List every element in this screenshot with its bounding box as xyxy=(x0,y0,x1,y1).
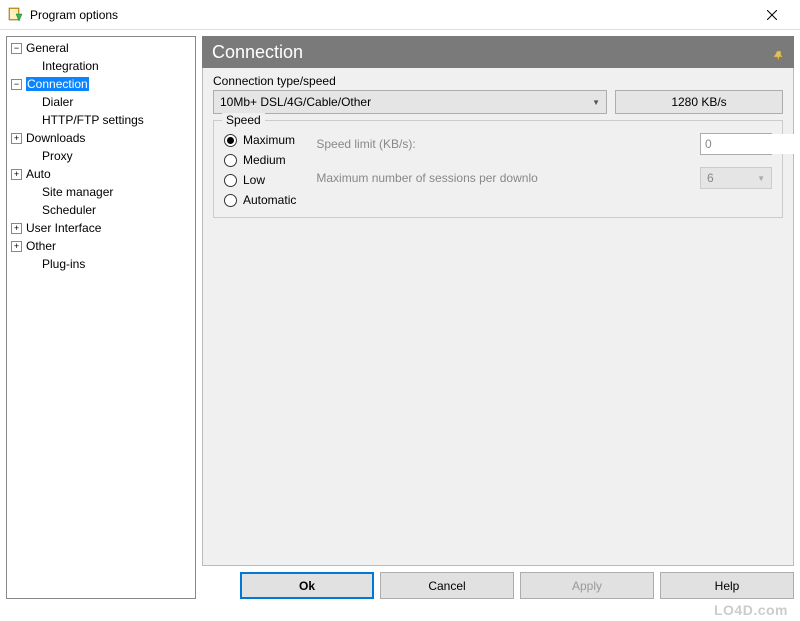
app-icon xyxy=(8,7,24,23)
radio-icon xyxy=(224,174,237,187)
radio-icon xyxy=(224,134,237,147)
help-button[interactable]: Help xyxy=(660,572,794,599)
collapse-icon[interactable]: − xyxy=(11,43,22,54)
speed-limit-spinner[interactable]: ▲ ▼ xyxy=(700,133,772,155)
radio-maximum[interactable]: Maximum xyxy=(224,133,296,147)
cancel-button[interactable]: Cancel xyxy=(380,572,514,599)
tree-item-downloads[interactable]: + Downloads xyxy=(7,129,195,147)
chevron-down-icon: ▼ xyxy=(592,98,600,107)
radio-medium[interactable]: Medium xyxy=(224,153,296,167)
expand-icon[interactable]: + xyxy=(11,223,22,234)
speed-radio-group: Maximum Medium Low Automatic xyxy=(224,129,296,207)
ok-button[interactable]: Ok xyxy=(240,572,374,599)
tree-item-user-interface[interactable]: + User Interface xyxy=(7,219,195,237)
tree-item-integration[interactable]: Integration xyxy=(7,57,195,75)
window-title: Program options xyxy=(30,8,752,22)
sessions-label: Maximum number of sessions per downlo xyxy=(316,171,692,185)
connection-type-value: 10Mb+ DSL/4G/Cable/Other xyxy=(220,95,592,109)
tree-item-site-manager[interactable]: Site manager xyxy=(7,183,195,201)
connection-type-combo[interactable]: 10Mb+ DSL/4G/Cable/Other ▼ xyxy=(213,90,607,114)
dialog-buttons: Ok Cancel Apply Help xyxy=(202,572,794,599)
settings-pane: Connection Connection type/speed 10Mb+ D… xyxy=(202,36,794,599)
connection-type-label: Connection type/speed xyxy=(213,74,783,88)
speed-limit-label: Speed limit (KB/s): xyxy=(316,137,692,151)
apply-button: Apply xyxy=(520,572,654,599)
content-area: − General Integration − Connection Diale… xyxy=(0,30,800,605)
tree-item-dialer[interactable]: Dialer xyxy=(7,93,195,111)
titlebar: Program options xyxy=(0,0,800,30)
expand-icon[interactable]: + xyxy=(11,241,22,252)
tree-item-general[interactable]: − General xyxy=(7,39,195,57)
speed-fieldset: Speed Maximum Medium Low xyxy=(213,120,783,218)
tree-item-http-ftp[interactable]: HTTP/FTP settings xyxy=(7,111,195,129)
tree-item-proxy[interactable]: Proxy xyxy=(7,147,195,165)
radio-automatic[interactable]: Automatic xyxy=(224,193,296,207)
panel-body: Connection type/speed 10Mb+ DSL/4G/Cable… xyxy=(202,68,794,566)
sessions-combo[interactable]: 6 ▼ xyxy=(700,167,772,189)
speed-display: 1280 KB/s xyxy=(615,90,783,114)
expand-icon[interactable]: + xyxy=(11,169,22,180)
close-button[interactable] xyxy=(752,1,792,29)
tree-item-scheduler[interactable]: Scheduler xyxy=(7,201,195,219)
speed-limit-input[interactable] xyxy=(701,134,800,154)
chevron-down-icon: ▼ xyxy=(757,174,765,183)
collapse-icon[interactable]: − xyxy=(11,79,22,90)
close-icon xyxy=(767,10,777,20)
radio-icon xyxy=(224,194,237,207)
radio-icon xyxy=(224,154,237,167)
tree-item-other[interactable]: + Other xyxy=(7,237,195,255)
radio-low[interactable]: Low xyxy=(224,173,296,187)
tree-item-plugins[interactable]: Plug-ins xyxy=(7,255,195,273)
watermark: LO4D.com xyxy=(714,602,788,618)
tree-item-auto[interactable]: + Auto xyxy=(7,165,195,183)
pin-icon[interactable] xyxy=(772,46,784,58)
speed-legend: Speed xyxy=(222,113,265,127)
options-tree[interactable]: − General Integration − Connection Diale… xyxy=(6,36,196,599)
expand-icon[interactable]: + xyxy=(11,133,22,144)
panel-header: Connection xyxy=(202,36,794,68)
panel-title: Connection xyxy=(212,42,303,63)
tree-item-connection[interactable]: − Connection xyxy=(7,75,195,93)
